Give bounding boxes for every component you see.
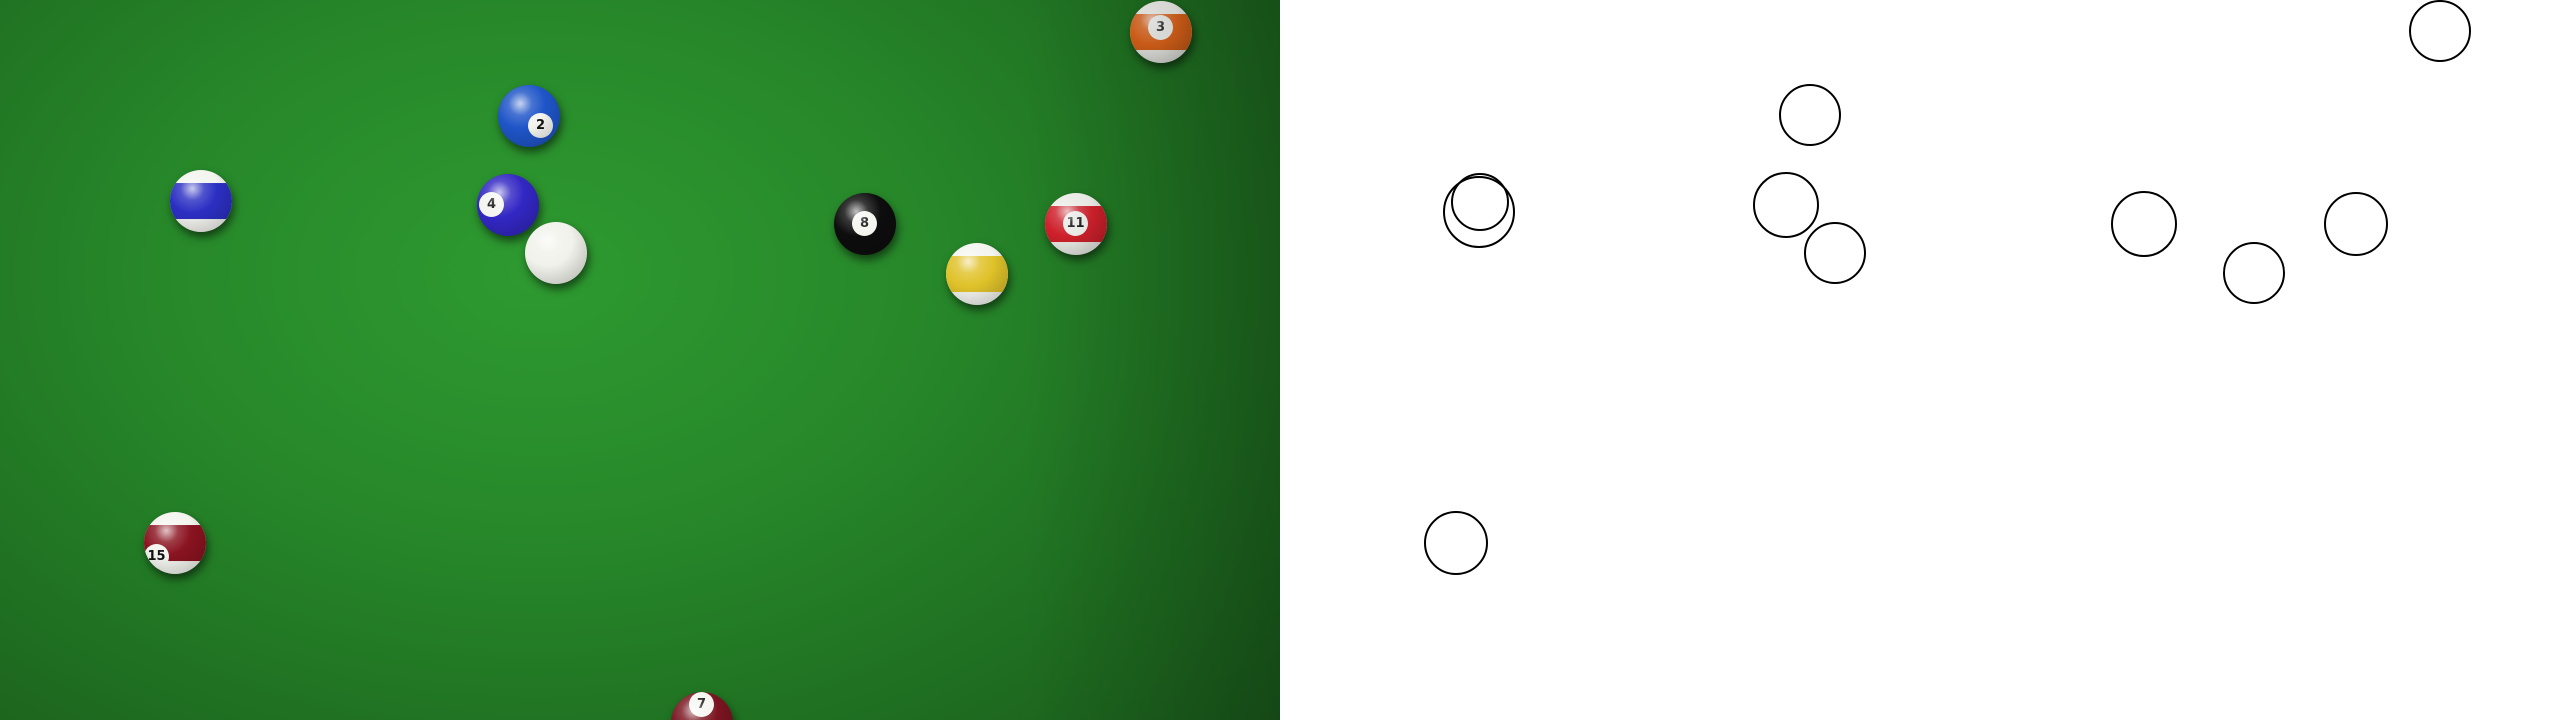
outline-ball-8 [2111, 191, 2177, 257]
ball-11[interactable]: 11 [1045, 193, 1107, 255]
ball-highlight [477, 174, 539, 236]
ball-15[interactable]: 15 [144, 512, 206, 574]
ball-highlight [1045, 193, 1107, 255]
ball-2[interactable]: 2 [498, 85, 560, 147]
ball-9[interactable] [946, 243, 1008, 305]
outline-ball-4 [1753, 172, 1819, 238]
outline-ball-3 [2409, 0, 2471, 62]
ball-highlight [170, 170, 232, 232]
ball-highlight [1130, 1, 1192, 63]
ball-highlight [144, 512, 206, 574]
ball-outline-svg [1424, 0, 2471, 575]
cue-ball[interactable] [525, 222, 587, 284]
ball-7[interactable]: 7 [671, 692, 733, 720]
ball-4[interactable]: 4 [477, 174, 539, 236]
ball-highlight [671, 692, 733, 720]
outline-cue-ball [1804, 222, 1866, 284]
outline-ball-extra [1451, 173, 1509, 231]
ball-highlight [525, 222, 587, 284]
outline-ball-15 [1424, 511, 1488, 575]
outline-ball-11 [2324, 192, 2388, 256]
ball-outline-panel [1280, 0, 2560, 720]
ball-3[interactable]: 3 [1130, 1, 1192, 63]
ball-highlight [498, 85, 560, 147]
outline-ball-2 [1779, 84, 1841, 146]
outline-ball-9 [2223, 242, 2285, 304]
ball-10[interactable] [170, 170, 232, 232]
ball-8[interactable]: 8 [834, 193, 896, 255]
pool-table-felt: 3 2 4 8 11 15 7 [0, 0, 1280, 720]
ball-highlight [834, 193, 896, 255]
ball-highlight [946, 243, 1008, 305]
